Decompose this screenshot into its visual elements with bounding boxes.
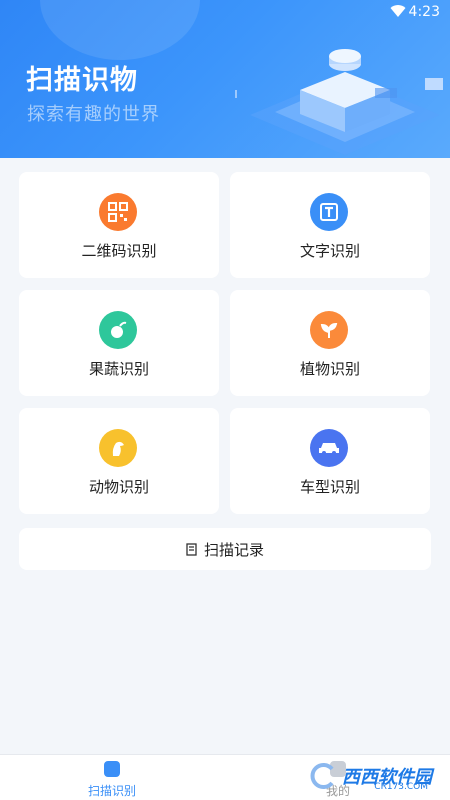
status-time: 4:23 <box>408 4 440 20</box>
text-icon <box>310 193 348 231</box>
feature-card-animal[interactable]: 动物识别 <box>19 408 219 514</box>
watermark-sub: CR173.COM <box>374 782 428 792</box>
feature-card-plant[interactable]: 植物识别 <box>230 290 430 396</box>
feature-label: 文字识别 <box>299 242 360 260</box>
plant-icon <box>310 311 348 349</box>
feature-label: 果蔬识别 <box>88 360 149 378</box>
animal-icon <box>99 429 137 467</box>
feature-card-car[interactable]: 车型识别 <box>230 408 430 514</box>
tab-label: 扫描识别 <box>87 784 136 798</box>
feature-label: 动物识别 <box>88 478 149 496</box>
cube-illustration-icon <box>235 49 443 155</box>
page-title: 扫描识物 <box>26 65 138 96</box>
tab-scan[interactable]: 扫描识别 <box>52 755 172 800</box>
page-subtitle: 探索有趣的世界 <box>27 104 160 125</box>
feature-card-qrcode[interactable]: 二维码识别 <box>19 172 219 278</box>
feature-label: 植物识别 <box>299 360 360 378</box>
watermark-logo: 西西软件园 CR173.COM <box>308 754 432 798</box>
feature-card-vegetable[interactable]: 果蔬识别 <box>19 290 219 396</box>
qrcode-icon <box>99 193 137 231</box>
scan-record-label: 扫描记录 <box>203 540 264 559</box>
feature-label: 车型识别 <box>299 478 360 496</box>
watermark-icon <box>310 763 334 789</box>
scan-tab-icon <box>104 761 120 777</box>
feature-card-text[interactable]: 文字识别 <box>230 172 430 278</box>
header-banner: 4:23 扫描识物 探索有趣的世界 <box>0 0 450 158</box>
vegetable-icon <box>99 311 137 349</box>
feature-label: 二维码识别 <box>81 242 157 260</box>
car-icon <box>310 429 348 467</box>
scan-record-button[interactable]: 扫描记录 <box>19 528 431 570</box>
record-icon <box>186 542 198 556</box>
